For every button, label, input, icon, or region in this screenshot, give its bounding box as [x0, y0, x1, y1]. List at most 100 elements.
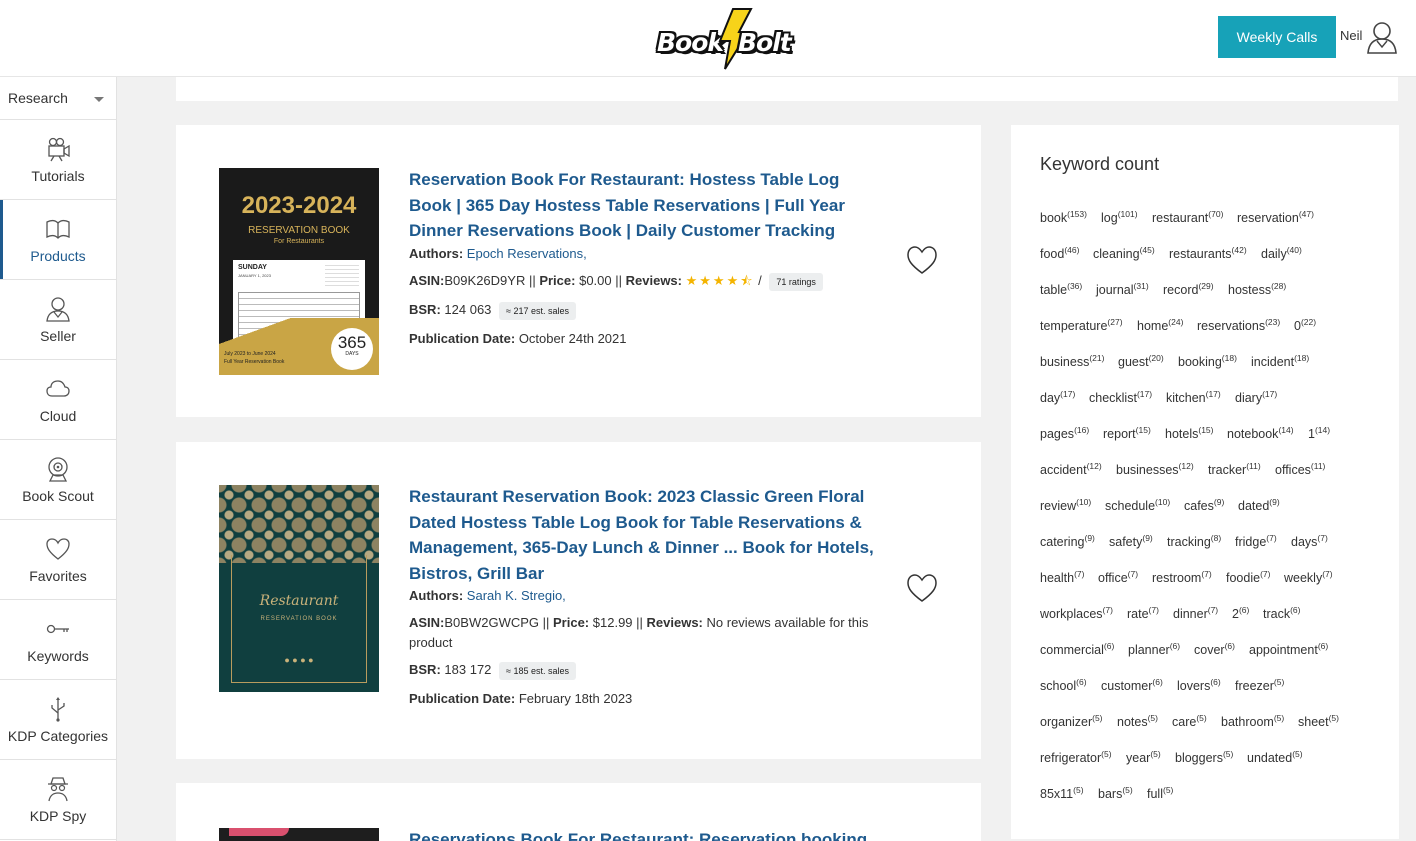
keyword-chip[interactable]: cleaning(45) — [1093, 245, 1155, 261]
keyword-chip[interactable]: cafes(9) — [1184, 497, 1224, 513]
sidebar-item-keywords[interactable]: Keywords — [0, 600, 116, 680]
keyword-chip[interactable]: guest(20) — [1118, 353, 1164, 369]
sidebar-item-cloud[interactable]: Cloud — [0, 360, 116, 440]
keyword-chip[interactable]: days(7) — [1291, 533, 1328, 549]
keyword-chip[interactable]: notes(5) — [1117, 713, 1158, 729]
keyword-chip[interactable]: log(101) — [1101, 209, 1138, 225]
bookbolt-logo[interactable]: Book Bolt — [655, 8, 805, 70]
keyword-chip[interactable]: daily(40) — [1261, 245, 1302, 261]
favorite-heart-icon[interactable] — [906, 245, 938, 275]
keyword-chip[interactable]: accident(12) — [1040, 461, 1102, 477]
keyword-chip[interactable]: kitchen(17) — [1166, 389, 1221, 405]
keyword-chip[interactable]: restroom(7) — [1152, 569, 1212, 585]
sidebar-item-kdp-categories[interactable]: KDP Categories — [0, 680, 116, 760]
keyword-chip[interactable]: tracking(8) — [1167, 533, 1221, 549]
keyword-chip[interactable]: offices(11) — [1275, 461, 1325, 477]
keyword-chip[interactable]: cover(6) — [1194, 641, 1235, 657]
keyword-chip[interactable]: temperature(27) — [1040, 317, 1123, 333]
keyword-chip[interactable]: organizer(5) — [1040, 713, 1103, 729]
keyword-chip[interactable]: care(5) — [1172, 713, 1207, 729]
keyword-chip[interactable]: diary(17) — [1235, 389, 1277, 405]
keyword-chip[interactable]: incident(18) — [1251, 353, 1309, 369]
keyword-chip[interactable]: restaurant(70) — [1152, 209, 1223, 225]
keyword-chip[interactable]: businesses(12) — [1116, 461, 1194, 477]
keyword-chip[interactable]: year(5) — [1126, 749, 1161, 765]
user-avatar-icon[interactable] — [1366, 20, 1398, 54]
keyword-chip[interactable]: health(7) — [1040, 569, 1084, 585]
sidebar-item-favorites[interactable]: Favorites — [0, 520, 116, 600]
favorite-heart-icon[interactable] — [906, 573, 938, 603]
keyword-count: (17) — [1060, 389, 1076, 399]
keyword-chip[interactable]: freezer(5) — [1235, 677, 1284, 693]
keyword-chip[interactable]: safety(9) — [1109, 533, 1153, 549]
keyword-chip[interactable]: workplaces(7) — [1040, 605, 1113, 621]
keyword-chip[interactable]: sheet(5) — [1298, 713, 1339, 729]
book-cover[interactable]: 2023-2024 RESERVATION BOOK For Restauran… — [219, 168, 379, 375]
keyword-chip[interactable]: bloggers(5) — [1175, 749, 1233, 765]
keyword-chip[interactable]: journal(31) — [1096, 281, 1149, 297]
book-title-link[interactable]: Reservations Book For Restaurant: Reserv… — [409, 827, 879, 841]
keyword-chip[interactable]: day(17) — [1040, 389, 1075, 405]
sidebar-item-tutorials[interactable]: Tutorials — [0, 120, 116, 200]
keyword-chip[interactable]: business(21) — [1040, 353, 1104, 369]
keyword-chip[interactable]: record(29) — [1163, 281, 1214, 297]
keyword-chip[interactable]: weekly(7) — [1284, 569, 1333, 585]
keyword-chip[interactable]: foodie(7) — [1226, 569, 1270, 585]
keyword-chip[interactable]: schedule(10) — [1105, 497, 1170, 513]
keyword-chip[interactable]: appointment(6) — [1249, 641, 1328, 657]
keyword-text: commercial — [1040, 643, 1104, 657]
keyword-chip[interactable]: notebook(14) — [1227, 425, 1294, 441]
keyword-chip[interactable]: fridge(7) — [1235, 533, 1277, 549]
book-cover[interactable] — [219, 828, 379, 841]
keyword-chip[interactable]: 85x11(5) — [1040, 785, 1084, 801]
keyword-chip[interactable]: refrigerator(5) — [1040, 749, 1112, 765]
keyword-chip[interactable]: 2(6) — [1232, 605, 1249, 621]
weekly-calls-button[interactable]: Weekly Calls — [1218, 16, 1336, 58]
keyword-chip[interactable]: track(6) — [1263, 605, 1300, 621]
keyword-chip[interactable]: commercial(6) — [1040, 641, 1114, 657]
keyword-chip[interactable]: catering(9) — [1040, 533, 1095, 549]
keyword-chip[interactable]: review(10) — [1040, 497, 1091, 513]
book-cover[interactable]: Restaurant RESERVATION BOOK ● ● ● ● — [219, 485, 379, 692]
keyword-chip[interactable]: 1(14) — [1308, 425, 1330, 441]
keyword-chip[interactable]: hostess(28) — [1228, 281, 1286, 297]
keyword-chip[interactable]: rate(7) — [1127, 605, 1159, 621]
keyword-chip[interactable]: checklist(17) — [1089, 389, 1152, 405]
keyword-chip[interactable]: planner(6) — [1128, 641, 1180, 657]
keyword-chip[interactable]: pages(16) — [1040, 425, 1089, 441]
keyword-chip[interactable]: tracker(11) — [1208, 461, 1261, 477]
sidebar-item-products[interactable]: Products — [0, 200, 116, 280]
sidebar-item-seller[interactable]: Seller — [0, 280, 116, 360]
keyword-chip[interactable]: reservations(23) — [1197, 317, 1280, 333]
keyword-chip[interactable]: hotels(15) — [1165, 425, 1213, 441]
keyword-chip[interactable]: 0(22) — [1294, 317, 1316, 333]
cover-subheading: For Restaurants — [273, 238, 325, 245]
keyword-chip[interactable]: full(5) — [1147, 785, 1173, 801]
keyword-chip[interactable]: undated(5) — [1247, 749, 1303, 765]
author-link[interactable]: Sarah K. Stregio, — [467, 588, 566, 603]
keyword-chip[interactable]: lovers(6) — [1177, 677, 1221, 693]
keyword-chip[interactable]: table(36) — [1040, 281, 1082, 297]
research-dropdown[interactable]: Research — [0, 77, 116, 120]
keyword-chip[interactable]: dinner(7) — [1173, 605, 1218, 621]
keyword-chip[interactable]: report(15) — [1103, 425, 1151, 441]
keyword-count: (7) — [1207, 605, 1219, 615]
sidebar-item-kdp-spy[interactable]: KDP Spy — [0, 760, 116, 840]
keyword-chip[interactable]: restaurants(42) — [1169, 245, 1247, 261]
keyword-chip[interactable]: book(153) — [1040, 209, 1087, 225]
keyword-chip[interactable]: bathroom(5) — [1221, 713, 1284, 729]
keyword-chip[interactable]: dated(9) — [1238, 497, 1280, 513]
keyword-chip[interactable]: office(7) — [1098, 569, 1138, 585]
keyword-chip[interactable]: food(46) — [1040, 245, 1079, 261]
keyword-chip[interactable]: booking(18) — [1178, 353, 1237, 369]
author-link[interactable]: Epoch Reservations, — [467, 246, 587, 261]
keyword-chip[interactable]: home(24) — [1137, 317, 1183, 333]
keyword-chip[interactable]: reservation(47) — [1237, 209, 1314, 225]
book-title-link[interactable]: Reservation Book For Restaurant: Hostess… — [409, 167, 879, 244]
keyword-chip[interactable]: customer(6) — [1101, 677, 1163, 693]
keyword-chip[interactable]: bars(5) — [1098, 785, 1133, 801]
sidebar-item-book-scout[interactable]: Book Scout — [0, 440, 116, 520]
user-name[interactable]: Neil — [1340, 28, 1362, 43]
keyword-chip[interactable]: school(6) — [1040, 677, 1087, 693]
book-title-link[interactable]: Restaurant Reservation Book: 2023 Classi… — [409, 484, 879, 586]
